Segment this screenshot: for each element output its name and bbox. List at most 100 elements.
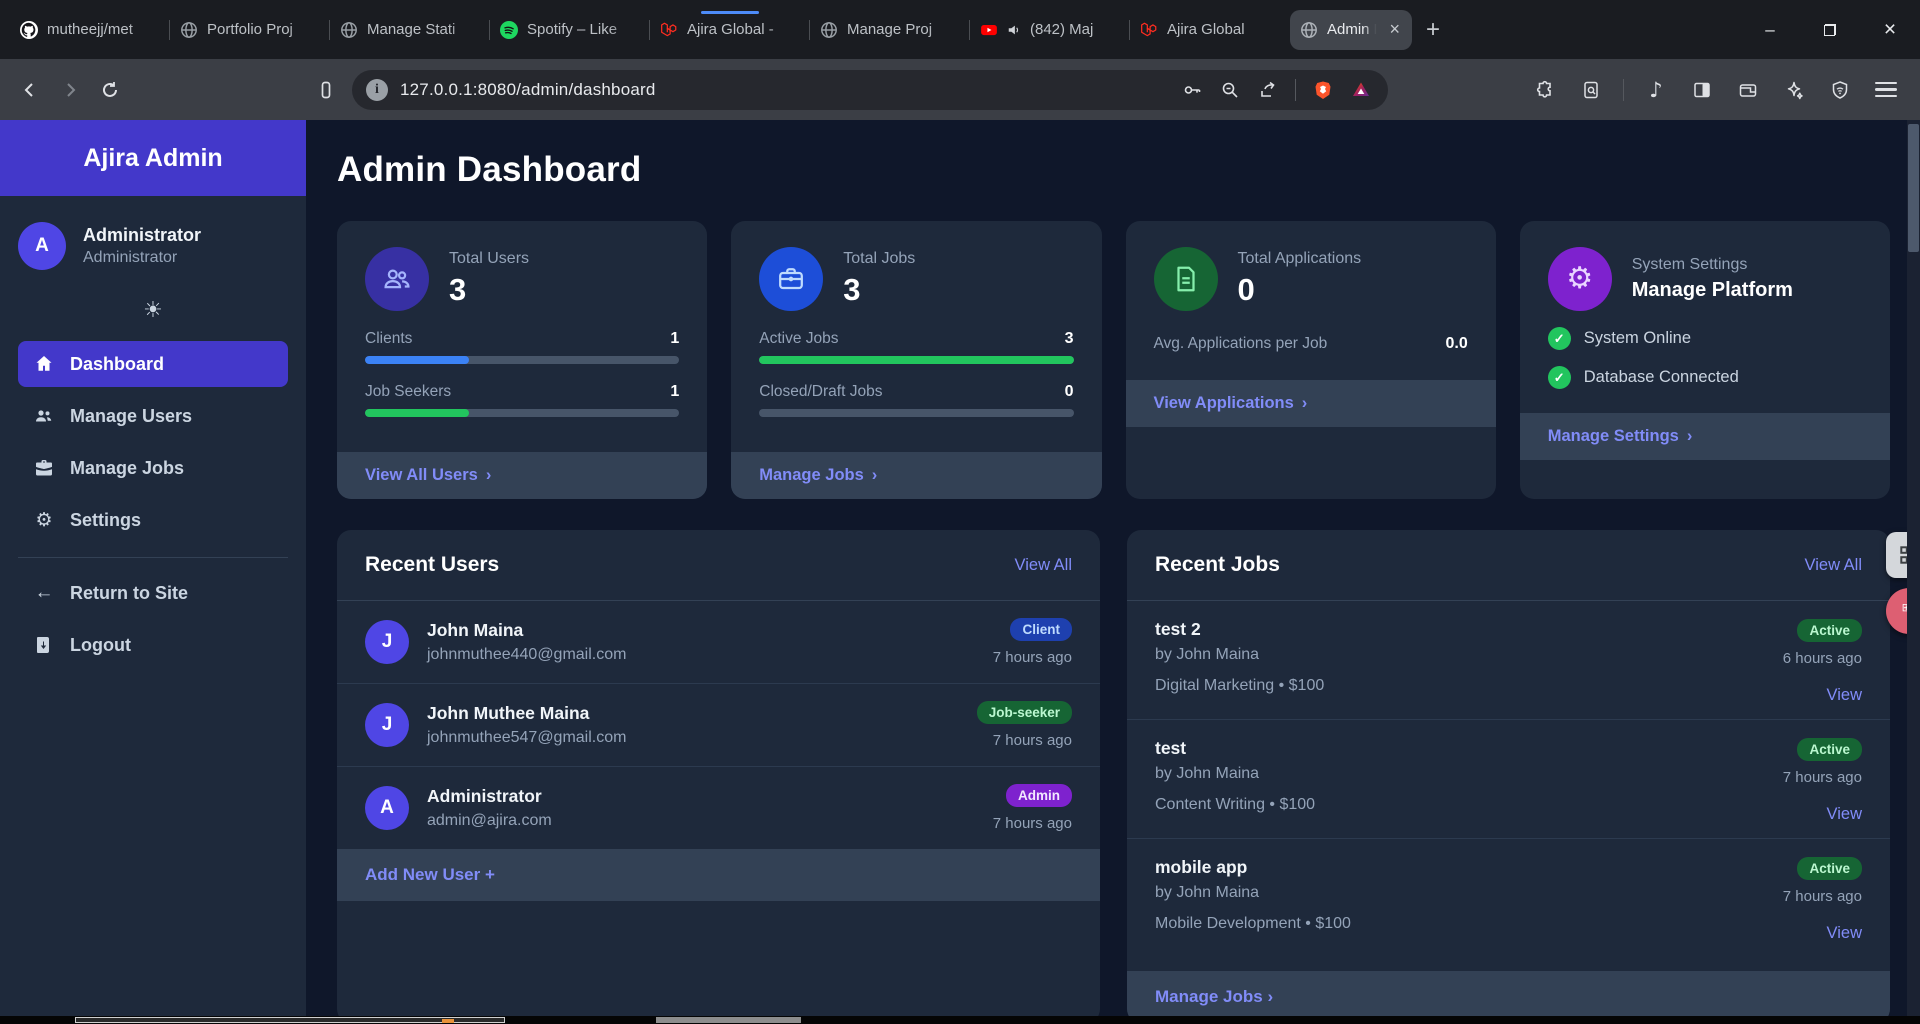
manage-settings-link[interactable]: Manage Settings› <box>1520 413 1890 460</box>
view-all-jobs-button[interactable]: View All <box>1805 556 1862 575</box>
url-text[interactable]: 127.0.0.1:8080/admin/dashboard <box>400 80 1175 100</box>
manage-jobs-link[interactable]: Manage Jobs› <box>731 452 1101 499</box>
share-icon[interactable] <box>1251 73 1285 107</box>
sidebar-item-manage-users[interactable]: Manage Users <box>18 393 288 439</box>
role-badge: Admin <box>1006 784 1072 807</box>
user-row[interactable]: A Administrator admin@ajira.com Admin 7 … <box>337 766 1100 849</box>
stat-sub-label: Job Seekers <box>365 383 451 401</box>
back-button[interactable] <box>10 70 50 110</box>
manage-jobs-footer-link[interactable]: Manage Jobs › <box>1127 971 1890 1016</box>
tab-title: Portfolio Proj <box>207 21 320 38</box>
page-scrollbar[interactable] <box>1907 120 1920 1016</box>
media-music-icon[interactable]: ♪ <box>1636 70 1676 110</box>
stat-label: Total Applications <box>1238 250 1362 268</box>
sidebar-menu: Dashboard Manage Users Manage Jobs ⚙ Set… <box>0 341 306 549</box>
view-applications-link[interactable]: View Applications› <box>1126 380 1496 427</box>
audio-speaker-icon[interactable] <box>1007 21 1021 39</box>
stat-sub-value: 1 <box>670 383 679 401</box>
stat-value: Manage Platform <box>1632 279 1793 302</box>
gear-icon: ⚙ <box>34 509 54 531</box>
menu-label: Settings <box>70 510 141 531</box>
avatar: J <box>365 620 409 664</box>
job-row[interactable]: test 2 by John Maina Digital Marketing •… <box>1127 601 1890 719</box>
browser-tab-manage-proj[interactable]: Manage Proj <box>810 10 970 50</box>
browser-tab-spotify[interactable]: Spotify – Like <box>490 10 650 50</box>
briefcase-stat-icon <box>759 247 823 311</box>
view-job-link[interactable]: View <box>1827 686 1862 705</box>
scrollbar-thumb[interactable] <box>1908 124 1919 252</box>
restore-icon <box>1824 24 1836 36</box>
view-all-users-button[interactable]: View All <box>1015 556 1072 575</box>
search-panel-icon[interactable] <box>1571 70 1611 110</box>
job-meta: Content Writing • $100 <box>1155 796 1783 814</box>
divider <box>18 557 288 558</box>
progress-track <box>759 409 1073 417</box>
stat-label: Total Jobs <box>843 250 915 268</box>
user-name: John Maina <box>427 620 626 641</box>
brave-shields-icon[interactable] <box>1306 73 1340 107</box>
theme-toggle-sun-icon[interactable]: ☀ <box>143 298 163 323</box>
sidebar-panel-icon[interactable] <box>1682 70 1722 110</box>
minimize-button[interactable]: – <box>1740 0 1800 59</box>
sidebar-item-return-to-site[interactable]: ← Return to Site <box>18 570 288 616</box>
home-icon <box>34 354 54 374</box>
wallet-icon[interactable] <box>1728 70 1768 110</box>
restore-button[interactable] <box>1800 0 1860 59</box>
tab-title: (842) Maj <box>1030 21 1120 38</box>
browser-toolbar: i 127.0.0.1:8080/admin/dashboard ♪ <box>0 59 1920 120</box>
tab-close-icon[interactable]: × <box>1387 19 1402 40</box>
address-bar[interactable]: i 127.0.0.1:8080/admin/dashboard <box>352 70 1388 110</box>
brave-rewards-bat-icon[interactable] <box>1344 73 1378 107</box>
stat-sub-value: 3 <box>1065 330 1074 348</box>
sidebar-item-dashboard[interactable]: Dashboard <box>18 341 288 387</box>
recent-users-panel: Recent Users View All J John Maina johnm… <box>337 530 1100 1016</box>
vpn-shield-icon[interactable] <box>1820 70 1860 110</box>
stat-sub-label: Avg. Applications per Job <box>1154 335 1328 353</box>
browser-tab-github[interactable]: mutheejj/met <box>10 10 170 50</box>
music-note-glyph: ♪ <box>1649 78 1662 102</box>
browser-tab-portfolio[interactable]: Portfolio Proj <box>170 10 330 50</box>
job-meta: Mobile Development • $100 <box>1155 915 1783 933</box>
view-job-link[interactable]: View <box>1827 805 1862 824</box>
browser-tab-youtube[interactable]: (842) Maj <box>970 10 1130 50</box>
browser-tab-manage-stats[interactable]: Manage Stati <box>330 10 490 50</box>
menu-hamburger-icon[interactable] <box>1866 70 1906 110</box>
tab-bar: mutheejj/met Portfolio Proj Manage Stati… <box>0 0 1920 59</box>
status-badge: Active <box>1797 619 1862 642</box>
site-info-icon[interactable]: i <box>366 79 388 101</box>
job-row[interactable]: test by John Maina Content Writing • $10… <box>1127 719 1890 838</box>
job-row[interactable]: mobile app by John Maina Mobile Developm… <box>1127 838 1890 957</box>
forward-button[interactable] <box>50 70 90 110</box>
browser-tab-ajira-1[interactable]: Ajira Global - <box>650 10 810 50</box>
sidebar-item-logout[interactable]: Logout <box>18 622 288 668</box>
user-row[interactable]: J John Muthee Maina johnmuthee547@gmail.… <box>337 683 1100 766</box>
zoom-out-icon[interactable] <box>1213 73 1247 107</box>
menu-label: Manage Jobs <box>70 458 184 479</box>
new-tab-button[interactable]: + <box>1412 10 1454 50</box>
tab-title: mutheejj/met <box>47 21 160 38</box>
reload-button[interactable] <box>90 70 130 110</box>
avatar: J <box>365 703 409 747</box>
bookmark-sidebar-icon[interactable] <box>306 70 346 110</box>
stat-sub-value: 1 <box>670 330 679 348</box>
leo-ai-sparkle-icon[interactable] <box>1774 70 1814 110</box>
sidebar-item-manage-jobs[interactable]: Manage Jobs <box>18 445 288 491</box>
add-new-user-button[interactable]: Add New User + <box>337 849 1100 901</box>
user-row[interactable]: J John Maina johnmuthee440@gmail.com Cli… <box>337 601 1100 683</box>
browser-tab-admin-dashboard-active[interactable]: Admin D × <box>1290 10 1412 50</box>
password-key-icon[interactable] <box>1175 73 1209 107</box>
recent-jobs-panel: Recent Jobs View All test 2 by John Main… <box>1127 530 1890 1016</box>
extensions-puzzle-icon[interactable] <box>1525 70 1565 110</box>
back-arrow-icon: ← <box>34 582 54 604</box>
role-badge: Job-seeker <box>977 701 1072 724</box>
view-all-users-link[interactable]: View All Users› <box>337 452 707 499</box>
view-job-link[interactable]: View <box>1827 924 1862 943</box>
browser-tab-ajira-2[interactable]: Ajira Global <box>1130 10 1290 50</box>
timestamp: 7 hours ago <box>993 815 1072 832</box>
sidebar-item-settings[interactable]: ⚙ Settings <box>18 497 288 543</box>
clients-progress-bar <box>365 356 469 364</box>
close-window-button[interactable]: × <box>1860 0 1920 59</box>
status-text: Database Connected <box>1584 368 1739 387</box>
taskbar-gray-segment <box>656 1017 801 1023</box>
menu-label: Manage Users <box>70 406 192 427</box>
